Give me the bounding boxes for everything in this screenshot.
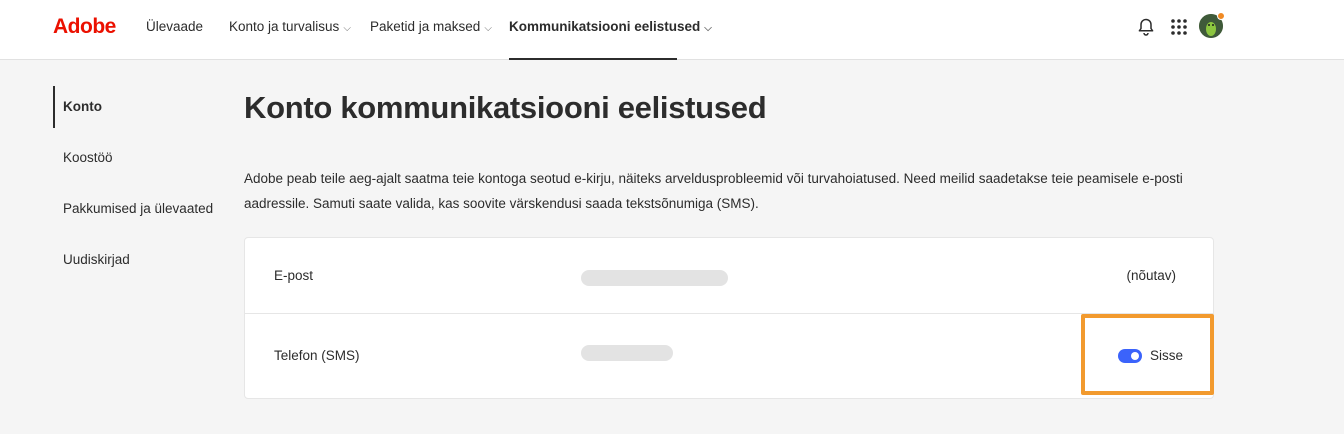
nav-account-security-label: Konto ja turvalisus [229, 19, 340, 34]
toggle-knob [1131, 351, 1139, 360]
toggle-switch[interactable] [1118, 348, 1142, 363]
nav-overview[interactable]: Ülevaade [146, 19, 203, 60]
redacted-phone-value [581, 345, 673, 361]
page-title: Konto kommunikatsiooni eelistused [244, 90, 767, 125]
nav-plans-payments-label: Paketid ja maksed [370, 19, 481, 34]
required-label: (nõutav) [1126, 268, 1176, 283]
toggle-label: Sisse [1150, 348, 1184, 364]
sms-row: Telefon (SMS) Sisse [245, 314, 1213, 398]
sidebar-item-account[interactable]: Konto [53, 86, 102, 128]
sidebar-item-newsletters[interactable]: Uudiskirjad [53, 248, 130, 272]
chevron-down-icon: ⌵ [343, 23, 351, 34]
nav-communication-preferences[interactable]: Kommunikatsiooni eelistused ⌵ [509, 19, 712, 60]
notification-dot [1217, 12, 1225, 20]
adobe-logo[interactable]: Adobe [53, 15, 116, 39]
sidebar-item-collaboration[interactable]: Koostöö [53, 146, 113, 170]
nav-communication-preferences-label: Kommunikatsiooni eelistused [509, 19, 701, 34]
email-label: E-post [274, 268, 314, 283]
chevron-down-icon: ⌵ [484, 23, 492, 34]
preferences-card: E-post (nõutav) Telefon (SMS) Sisse [244, 237, 1214, 399]
email-row: E-post (nõutav) [245, 238, 1213, 314]
sms-toggle[interactable]: Sisse [1118, 347, 1183, 367]
nav-account-security[interactable]: Konto ja turvalisus ⌵ [229, 19, 351, 60]
chevron-down-icon: ⌵ [704, 23, 712, 34]
apps-grid-icon[interactable] [1168, 16, 1190, 38]
nav-overview-label: Ülevaade [146, 19, 204, 34]
page-description: Adobe peab teile aeg-ajalt saatma teie k… [244, 171, 1183, 211]
bell-icon[interactable] [1135, 16, 1157, 38]
redacted-email-value [581, 270, 728, 286]
top-nav: Adobe Ülevaade Konto ja turvalisus ⌵ Pake… [0, 0, 1344, 60]
avatar[interactable] [1199, 12, 1225, 38]
sidebar-item-offers-reviews[interactable]: Pakkumised ja ülevaated [53, 197, 213, 221]
nav-plans-payments[interactable]: Paketid ja maksed ⌵ [370, 19, 492, 60]
sms-label: Telefon (SMS) [274, 348, 360, 363]
